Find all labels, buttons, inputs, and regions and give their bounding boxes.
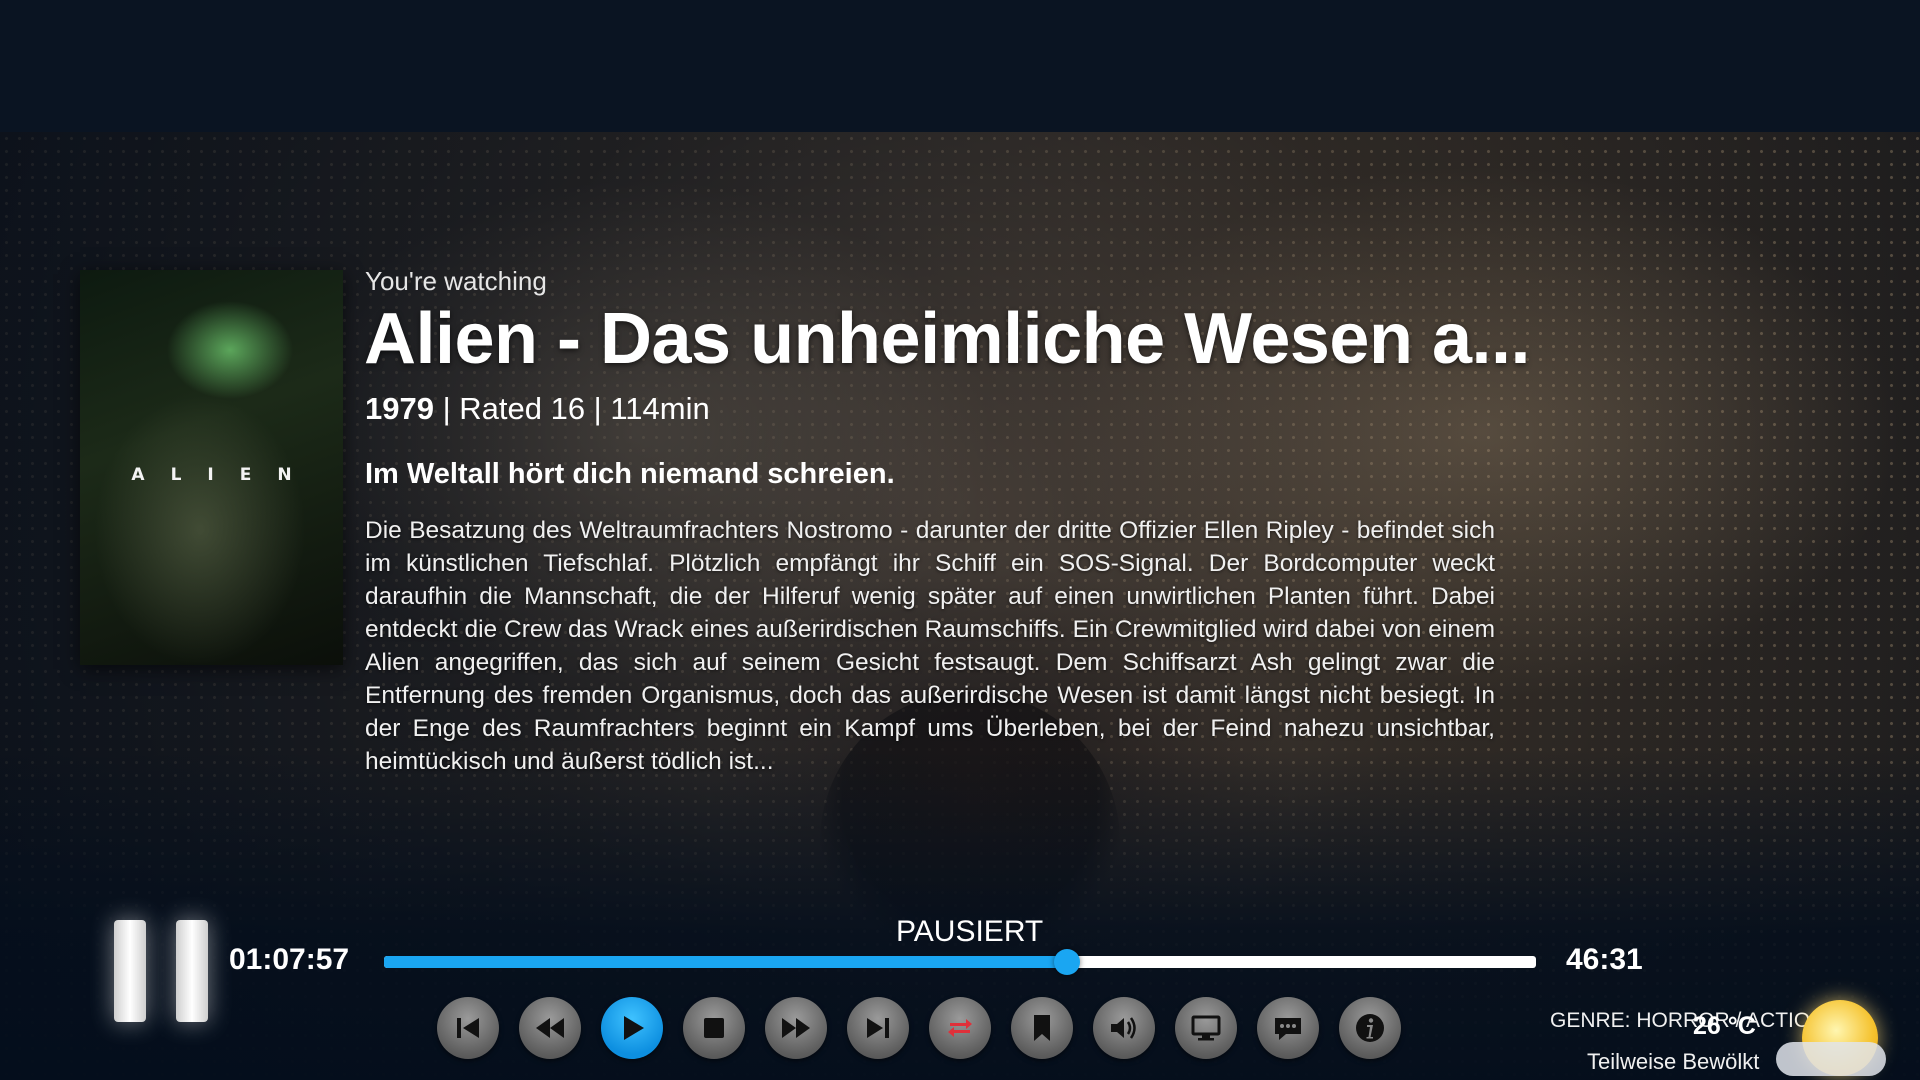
stop-button[interactable] bbox=[683, 997, 745, 1059]
skip-next-button[interactable] bbox=[847, 997, 909, 1059]
player-controls bbox=[437, 997, 1401, 1059]
movie-title: Alien - Das unheimliche Wesen a... bbox=[364, 299, 1531, 379]
remaining-time: 46:31 bbox=[1566, 943, 1643, 976]
display-settings-button[interactable] bbox=[1175, 997, 1237, 1059]
seek-bar-handle[interactable] bbox=[1054, 949, 1081, 975]
elapsed-time: 01:07:57 bbox=[229, 943, 350, 976]
info-button[interactable] bbox=[1339, 997, 1401, 1059]
playback-state: PAUSIERT bbox=[896, 915, 1044, 948]
stop-icon bbox=[704, 1018, 724, 1038]
volume-button[interactable] bbox=[1093, 997, 1155, 1059]
skip-previous-icon bbox=[457, 1018, 479, 1038]
skip-next-icon bbox=[867, 1018, 889, 1038]
fast-forward-icon bbox=[782, 1018, 810, 1038]
weather-condition: Teilweise Bewölkt bbox=[1587, 1049, 1760, 1074]
movie-year: 1979 bbox=[365, 391, 434, 426]
now-watching-label: You're watching bbox=[365, 266, 547, 296]
repeat-icon bbox=[948, 1019, 972, 1037]
poster-title: ALIEN bbox=[131, 465, 318, 485]
monitor-icon bbox=[1191, 1015, 1221, 1041]
play-icon bbox=[624, 1016, 644, 1040]
genre-label: GENRE: HORROR / ACTION bbox=[1550, 1009, 1826, 1032]
temperature: 26 °C bbox=[1693, 1012, 1756, 1040]
rewind-icon bbox=[536, 1018, 564, 1038]
movie-poster: ALIEN bbox=[80, 270, 343, 665]
movie-rating-runtime: | Rated 16 | 114min bbox=[433, 391, 710, 426]
top-bar bbox=[0, 0, 1920, 132]
bookmark-icon bbox=[1034, 1015, 1050, 1041]
volume-icon bbox=[1111, 1017, 1136, 1039]
play-button[interactable] bbox=[601, 997, 663, 1059]
repeat-button[interactable] bbox=[929, 997, 991, 1059]
weather-cloud-icon bbox=[1776, 1042, 1886, 1076]
info-icon bbox=[1356, 1014, 1384, 1042]
movie-plot: Die Besatzung des Weltraumfrachters Nost… bbox=[365, 517, 1495, 775]
bookmark-button[interactable] bbox=[1011, 997, 1073, 1059]
seek-bar-fill bbox=[384, 956, 1068, 968]
pause-state-icon bbox=[114, 920, 208, 1022]
seek-bar[interactable] bbox=[384, 949, 1536, 975]
movie-tagline: Im Weltall hört dich niemand schreien. bbox=[365, 458, 895, 490]
movie-meta: 1979 | Rated 16 | 114min bbox=[365, 391, 710, 427]
subtitles-button[interactable] bbox=[1257, 997, 1319, 1059]
skip-previous-button[interactable] bbox=[437, 997, 499, 1059]
subtitles-icon bbox=[1275, 1018, 1301, 1040]
fast-forward-button[interactable] bbox=[765, 997, 827, 1059]
rewind-button[interactable] bbox=[519, 997, 581, 1059]
